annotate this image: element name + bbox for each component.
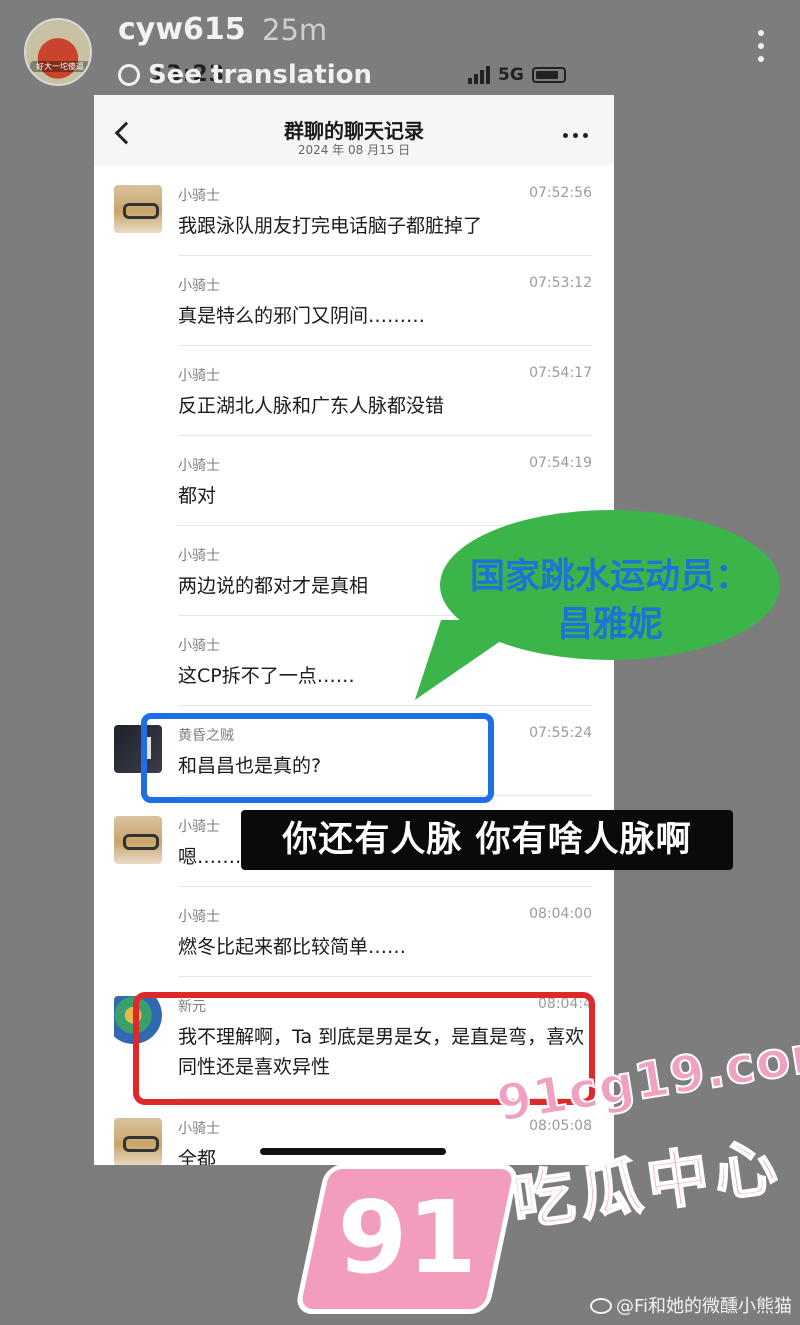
divider (178, 976, 592, 977)
sender-name: 小骑士 (178, 1121, 220, 1137)
sender-name: 小骑士 (178, 819, 220, 835)
watermark-logo-number: 91 (337, 1179, 477, 1296)
story-avatar[interactable]: 好大一坨傻逼 (24, 18, 92, 86)
avatar[interactable] (114, 1118, 162, 1165)
divider (178, 435, 592, 436)
avatar-caption: 好大一坨傻逼 (30, 61, 90, 72)
message-text: 真是特么的邪门又阴间……… (178, 305, 426, 327)
avatar[interactable] (114, 816, 162, 864)
sender-name: 小骑士 (178, 458, 220, 474)
weibo-credit: @Fi和她的微醺小熊猫 (589, 1292, 792, 1318)
more-options-icon[interactable] (756, 30, 766, 66)
sender-name: 小骑士 (178, 368, 220, 384)
story-username[interactable]: cyw615 (118, 12, 246, 47)
weibo-credit-text: @Fi和她的微醺小熊猫 (615, 1296, 792, 1317)
home-indicator (260, 1148, 446, 1155)
more-icon[interactable] (563, 133, 588, 138)
divider (178, 255, 592, 256)
divider (178, 886, 592, 887)
message-time: 07:52:56 (529, 185, 592, 201)
message-time: 08:04:00 (529, 906, 592, 922)
story-time-ago: 25m (262, 13, 328, 47)
message-text: 反正湖北人脉和广东人脉都没错 (178, 395, 445, 417)
sender-name: 小骑士 (178, 909, 220, 925)
weibo-icon (589, 1298, 612, 1314)
bubble-text-line1: 国家跳水运动员： (469, 557, 750, 597)
sender-name: 小骑士 (178, 548, 220, 564)
chat-nav-bar: 群聊的聊天记录 2024 年 08 月15 日 (94, 95, 614, 165)
sender-name: 小骑士 (178, 638, 220, 654)
bubble-text-line2: 昌雅妮 (557, 605, 663, 645)
phone-status-bar: 5G (468, 64, 566, 86)
divider (178, 705, 592, 706)
highlight-box-blue (141, 713, 494, 803)
caption-text: 你还有人脉 你有啥人脉啊 (241, 810, 733, 870)
watermark-logo: 91 (294, 1164, 520, 1314)
message-text: 我跟泳队朋友打完电话脑子都脏掉了 (178, 215, 483, 237)
divider (178, 345, 592, 346)
sender-name: 小骑士 (178, 188, 220, 204)
page-title: 群聊的聊天记录 (284, 119, 424, 143)
see-translation-button[interactable]: See translation (118, 60, 372, 90)
message-text: 都对 (178, 485, 217, 507)
story-header: 好大一坨傻逼 cyw615 25m 13:23 See translation … (0, 0, 800, 100)
translate-icon (118, 64, 140, 86)
network-type: 5G (498, 65, 524, 85)
battery-icon (531, 67, 566, 83)
message-time: 07:54:19 (529, 455, 592, 471)
chat-date: 2024 年 08 月15 日 (297, 143, 411, 157)
message-time: 07:54:17 (529, 365, 592, 381)
message-time: 07:53:12 (529, 275, 592, 291)
message-time: 07:55:24 (529, 725, 592, 741)
avatar[interactable] (114, 185, 162, 233)
speech-bubble: 国家跳水运动员： 昌雅妮 (394, 510, 780, 700)
message-text: 燃冬比起来都比较简单…… (178, 936, 407, 958)
sender-name: 小骑士 (178, 278, 220, 294)
see-translation-label: See translation (148, 60, 372, 90)
signal-icon (468, 66, 490, 84)
